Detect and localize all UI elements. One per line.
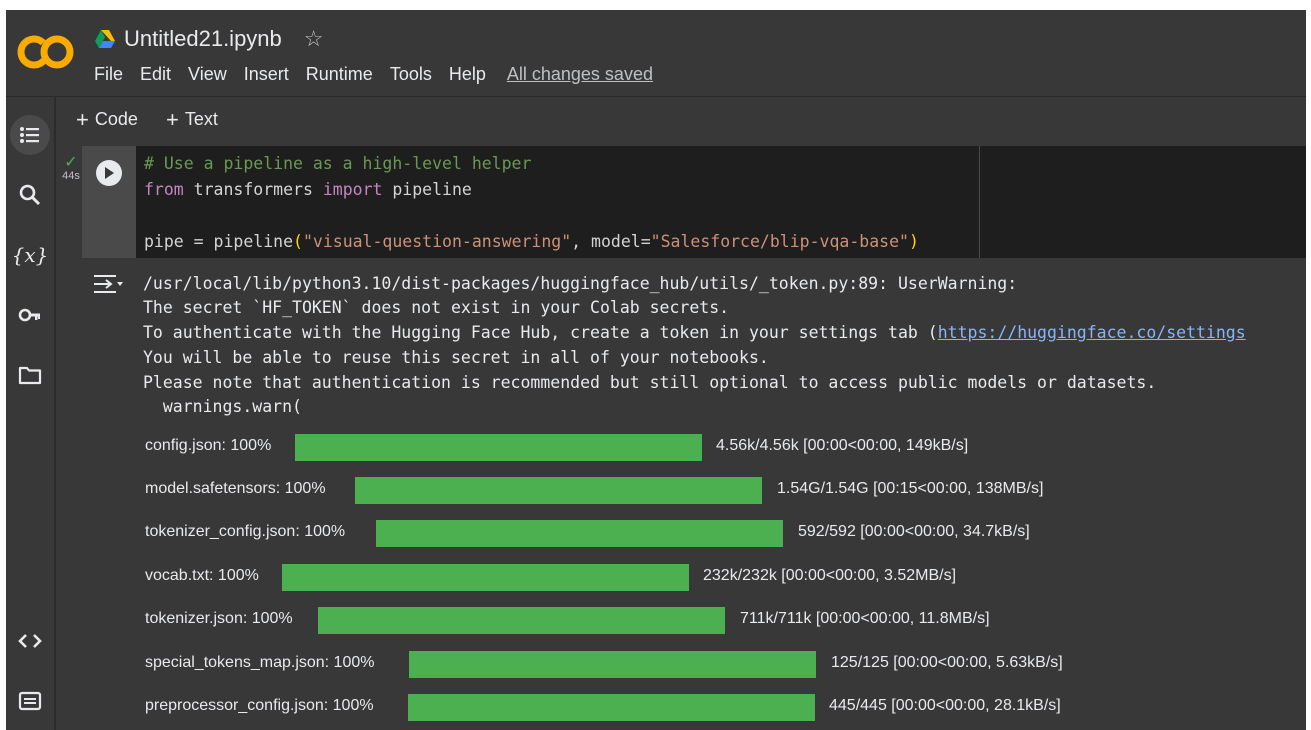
header-bar: Untitled21.ipynb ☆ File Edit View Insert… [6,10,1306,96]
notebook-title[interactable]: Untitled21.ipynb [124,26,282,52]
variables-icon: {x} [11,243,49,267]
progress-label-vocab: vocab.txt: 100% [145,567,259,584]
progress-stats-vocab: 232k/232k [00:00<00:00, 3.52MB/s] [703,567,957,584]
progress-fill [318,607,725,634]
folder-icon [18,366,42,385]
progress-bar-model [355,477,762,504]
menu-tools[interactable]: Tools [390,64,432,85]
sidebar-item-command-palette[interactable] [10,681,50,721]
sidebar-item-table-of-contents[interactable] [10,115,50,155]
output-line: You will be able to reuse this secret in… [143,348,769,367]
progress-label-tokenizer-config: tokenizer_config.json: 100% [145,523,346,540]
command-palette-icon [18,691,42,711]
output-line: To authenticate with the Hugging Face Hu… [143,323,1246,342]
table-of-contents-icon [20,127,39,143]
cell-exec-status: ✓ 44s [58,154,84,183]
sidebar-item-secrets[interactable] [10,295,50,335]
keyword-from: from [144,180,184,199]
menu-file[interactable]: File [94,64,123,85]
progress-label-special-tokens: special_tokens_map.json: 100% [145,654,375,671]
check-icon: ✓ [64,154,78,171]
add-text-label: Text [184,109,218,129]
task-string: "visual-question-answering" [302,232,572,251]
assign-expr: pipe = pipeline [144,232,294,251]
sidebar-item-code-snippets[interactable] [10,621,50,661]
save-status-link[interactable]: All changes saved [507,64,653,85]
notebook-toolbar: + Code + Text [56,96,1306,145]
progress-fill [409,651,816,678]
sidebar-item-search[interactable] [10,175,50,215]
cell-output: /usr/local/lib/python3.10/dist-packages/… [143,268,1306,730]
progress-bar-special-tokens [409,651,816,678]
progress-stats-preprocessor: 445/445 [00:00<00:00, 28.1kB/s] [829,697,1061,714]
model-kwarg: , model= [571,232,651,251]
code-line-2: from transformers import pipeline [144,180,472,199]
progress-bar-config [295,434,702,461]
import-name: pipeline [382,180,472,199]
progress-stats-tokenizer-config: 592/592 [00:00<00:00, 34.7kB/s] [798,523,1030,540]
output-collapse-icon[interactable] [92,272,124,296]
menu-edit[interactable]: Edit [140,64,171,85]
colab-window: Untitled21.ipynb ☆ File Edit View Insert… [6,10,1306,730]
secrets-key-icon [18,308,40,322]
google-drive-icon[interactable] [94,29,116,49]
progress-stats-config: 4.56k/4.56k [00:00<00:00, 149kB/s] [716,437,969,454]
search-icon [19,184,41,206]
progress-bar-tokenizer [318,607,725,634]
plus-icon: + [166,106,179,132]
huggingface-settings-link[interactable]: https://huggingface.co/settings [938,323,1246,342]
paren-open: ( [293,232,303,251]
play-icon [105,167,114,179]
menu-view[interactable]: View [188,64,227,85]
paren-close: ) [908,232,919,251]
menu-insert[interactable]: Insert [244,64,289,85]
progress-fill [282,564,689,591]
title-row: Untitled21.ipynb ☆ [94,24,324,54]
progress-bar-vocab [282,564,689,591]
progress-fill [376,520,783,547]
star-outline-icon[interactable]: ☆ [304,26,324,52]
add-code-label: Code [94,109,138,129]
line-length-ruler [979,146,980,258]
progress-fill [355,477,762,504]
code-comment: # Use a pipeline as a high-level helper [144,154,532,173]
sidebar-item-files[interactable] [10,355,50,395]
progress-label-config: config.json: 100% [145,437,272,454]
output-line: warnings.warn( [143,397,302,416]
progress-fill [295,434,702,461]
plus-icon: + [76,106,89,132]
progress-stats-model: 1.54G/1.54G [00:15<00:00, 138MB/s] [777,480,1044,497]
run-cell-button[interactable] [96,160,122,186]
progress-fill [408,694,815,721]
keyword-import: import [322,180,383,199]
module-name: transformers [183,180,323,199]
progress-bar-tokenizer-config [376,520,783,547]
progress-label-preprocessor: preprocessor_config.json: 100% [145,697,374,714]
model-string: "Salesforce/blip-vqa-base" [650,232,909,251]
menu-help[interactable]: Help [449,64,486,85]
progress-stats-special-tokens: 125/125 [00:00<00:00, 5.63kB/s] [831,654,1063,671]
progress-stats-tokenizer: 711k/711k [00:00<00:00, 11.8MB/s] [740,610,990,627]
output-line: /usr/local/lib/python3.10/dist-packages/… [143,274,1018,293]
exec-time: 44s [62,170,80,182]
output-line: Please note that authentication is recom… [143,373,1157,392]
menu-bar: File Edit View Insert Runtime Tools Help… [94,64,670,85]
progress-label-model: model.safetensors: 100% [145,480,326,497]
output-line: The secret `HF_TOKEN` does not exist in … [143,298,730,317]
code-snippets-icon [18,634,42,648]
code-line-4: pipe = pipeline("visual-question-answeri… [144,232,919,251]
code-line-1: # Use a pipeline as a high-level helper [144,154,531,173]
output-line-text: To authenticate with the Hugging Face Hu… [143,323,938,342]
colab-logo[interactable] [14,32,76,72]
sidebar-item-variables[interactable]: {x} [10,235,50,275]
add-code-button[interactable]: + Code [76,106,138,132]
progress-bar-preprocessor [408,694,815,721]
code-editor[interactable]: # Use a pipeline as a high-level helper … [136,146,1306,258]
progress-label-tokenizer: tokenizer.json: 100% [145,610,293,627]
left-sidebar: {x} [6,96,54,730]
menu-runtime[interactable]: Runtime [306,64,373,85]
add-text-button[interactable]: + Text [166,106,218,132]
